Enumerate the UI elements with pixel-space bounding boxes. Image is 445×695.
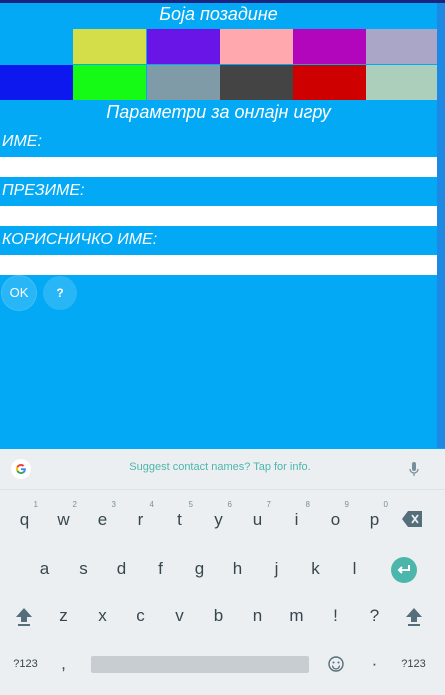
key-d[interactable]: d [102, 549, 141, 589]
key-char: o [330, 510, 341, 529]
key-r[interactable]: 4r [121, 500, 160, 540]
key-e[interactable]: 3e [83, 500, 122, 540]
backspace-icon[interactable] [402, 509, 424, 529]
symbols-key-left[interactable]: ?123 [6, 644, 45, 684]
key-c[interactable]: c [121, 596, 160, 636]
soft-keyboard: Suggest contact names? Tap for info. 1q2… [0, 449, 445, 695]
suggestion-text[interactable]: Suggest contact names? Tap for info. [0, 461, 440, 473]
key-char: r [137, 510, 144, 529]
suggestion-bar: Suggest contact names? Tap for info. [0, 449, 445, 490]
help-button[interactable]: ? [43, 276, 77, 310]
period-key[interactable]: · [355, 644, 394, 684]
key-h[interactable]: h [218, 549, 257, 589]
key-char: t [177, 510, 182, 529]
space-bar[interactable] [91, 656, 309, 673]
enter-arrow-icon [397, 565, 410, 574]
key-u[interactable]: 7u [238, 500, 277, 540]
key-hint: 3 [111, 500, 116, 509]
key-p[interactable]: 0p [355, 500, 394, 540]
microphone-icon[interactable] [404, 459, 424, 479]
last-name-input[interactable] [0, 206, 437, 226]
online-params-title: Параметри за онлајн игру [106, 102, 331, 122]
key-o[interactable]: 9o [316, 500, 355, 540]
key-hint: 4 [149, 500, 154, 509]
color-swatch[interactable] [73, 65, 146, 100]
key-hint: 2 [72, 500, 77, 509]
color-swatch[interactable] [0, 29, 73, 64]
key-j[interactable]: j [257, 549, 296, 589]
shift-left-icon[interactable] [14, 605, 34, 627]
key-i[interactable]: 8i [277, 500, 316, 540]
comma-key[interactable]: , [44, 644, 83, 684]
key-l[interactable]: l [335, 549, 374, 589]
app-screen: Боја позадине Параметри за онлајн игру И… [0, 0, 437, 448]
key-v[interactable]: v [160, 596, 199, 636]
color-swatch[interactable] [220, 29, 293, 64]
username-label: КОРИСНИЧКО ИМЕ: [2, 231, 158, 248]
key-q[interactable]: 1q [5, 500, 44, 540]
key-hint: 8 [305, 500, 310, 509]
color-swatch[interactable] [366, 29, 437, 64]
key-s[interactable]: s [64, 549, 103, 589]
key-char: e [97, 510, 108, 529]
color-swatch[interactable] [73, 29, 146, 64]
key-char: w [57, 510, 70, 529]
emoji-icon[interactable] [327, 655, 345, 673]
ok-button[interactable]: OK [2, 276, 36, 310]
last-name-label: ПРЕЗИМЕ: [2, 182, 85, 199]
key-exclamation[interactable]: ! [316, 596, 355, 636]
color-swatch[interactable] [366, 65, 437, 100]
key-char: q [19, 510, 30, 529]
key-hint: 6 [227, 500, 232, 509]
key-hint: 5 [188, 500, 193, 509]
color-swatch[interactable] [293, 65, 366, 100]
key-t[interactable]: 5t [160, 500, 199, 540]
key-g[interactable]: g [180, 549, 219, 589]
shift-right-icon[interactable] [404, 605, 424, 627]
key-w[interactable]: 2w [44, 500, 83, 540]
color-swatch[interactable] [293, 29, 366, 64]
color-swatch[interactable] [147, 65, 220, 100]
key-char: i [294, 510, 299, 529]
color-swatch[interactable] [147, 29, 220, 64]
color-swatch[interactable] [0, 65, 73, 100]
key-hint: 9 [344, 500, 349, 509]
key-char: y [214, 510, 223, 529]
key-char: u [252, 510, 263, 529]
color-swatch[interactable] [220, 65, 293, 100]
key-k[interactable]: k [296, 549, 335, 589]
key-m[interactable]: m [277, 596, 316, 636]
key-y[interactable]: 6y [199, 500, 238, 540]
key-b[interactable]: b [199, 596, 238, 636]
key-char: p [369, 510, 380, 529]
key-question[interactable]: ? [355, 596, 394, 636]
background-color-title: Боја позадине [159, 4, 278, 24]
status-line [0, 0, 445, 3]
right-edge-bar [437, 0, 445, 448]
symbols-key-right[interactable]: ?123 [394, 644, 433, 684]
enter-button[interactable] [391, 557, 417, 583]
key-hint: 0 [383, 500, 388, 509]
key-x[interactable]: x [83, 596, 122, 636]
key-hint: 1 [33, 500, 38, 509]
first-name-input[interactable] [0, 157, 437, 177]
username-input[interactable] [0, 255, 437, 275]
first-name-label: ИМЕ: [2, 133, 42, 150]
key-f[interactable]: f [141, 549, 180, 589]
key-n[interactable]: n [238, 596, 277, 636]
key-hint: 7 [266, 500, 271, 509]
key-a[interactable]: a [25, 549, 64, 589]
key-z[interactable]: z [44, 596, 83, 636]
